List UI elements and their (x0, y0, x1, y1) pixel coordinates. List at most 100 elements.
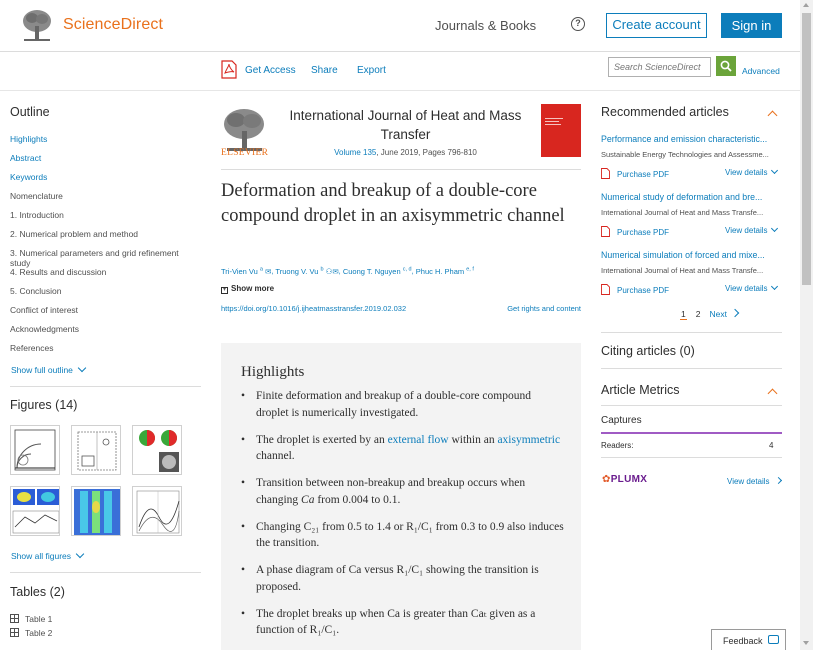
export-link[interactable]: Export (357, 65, 386, 76)
share-link[interactable]: Share (311, 65, 338, 76)
figure-thumbnail[interactable] (71, 486, 121, 536)
outline-item-acknowledgments[interactable]: Acknowledgments (10, 324, 79, 334)
get-access-link[interactable]: Get Access (245, 65, 296, 76)
chevron-up-icon[interactable] (767, 110, 778, 121)
journal-name-link[interactable]: International Journal of Heat and Mass T… (278, 106, 533, 144)
author-link[interactable]: Phuc H. Pham e, f (415, 266, 474, 276)
captures-bar (601, 432, 782, 434)
plus-box-icon: + (221, 287, 228, 294)
article-metrics-title: Article Metrics (601, 383, 680, 397)
plumx-wordmark: PLUMX (610, 474, 648, 485)
figure-thumbnail[interactable] (132, 425, 182, 475)
recommended-article-source: International Journal of Heat and Mass T… (601, 266, 764, 275)
highlight-item: Finite deformation and breakup of a doub… (241, 388, 566, 421)
outline-item-highlights[interactable]: Highlights (10, 134, 47, 144)
recommended-article-link[interactable]: Numerical simulation of forced and mixe.… (601, 250, 782, 260)
figure-thumbnail[interactable] (71, 425, 121, 475)
recommended-article-link[interactable]: Performance and emission characteristic.… (601, 134, 782, 144)
vertical-scrollbar[interactable] (800, 0, 813, 650)
sign-in-button[interactable]: Sign in (721, 13, 782, 38)
outline-item-keywords[interactable]: Keywords (10, 172, 47, 182)
recommended-article-link[interactable]: Numerical study of deformation and bre..… (601, 192, 782, 202)
figure-thumbnail[interactable] (10, 425, 60, 475)
site-header: ScienceDirect Journals & Books ? Create … (0, 0, 800, 52)
divider (601, 332, 782, 333)
rights-content-link[interactable]: Get rights and content (507, 304, 581, 313)
journals-books-link[interactable]: Journals & Books (435, 18, 536, 33)
journal-cover-image[interactable] (541, 104, 581, 157)
volume-link[interactable]: Volume 135 (334, 148, 376, 157)
outline-item-abstract[interactable]: Abstract (10, 153, 41, 163)
view-details-link[interactable]: View details (725, 224, 778, 235)
outline-item-conclusion[interactable]: 5. Conclusion (10, 286, 62, 296)
author-affiliation: a (259, 266, 263, 272)
highlight-text: A phase diagram of Ca versus R₁/C₁ showi… (256, 564, 539, 593)
captures-label: Captures (601, 415, 642, 426)
outline-item-conflict[interactable]: Conflict of interest (10, 305, 78, 315)
search-input[interactable] (608, 57, 711, 77)
doi-link[interactable]: https://doi.org/10.1016/j.ijheatmasstran… (221, 304, 406, 313)
author-link[interactable]: Truong V. Vu b ⚇✉ (275, 266, 338, 276)
citing-articles-title[interactable]: Citing articles (0) (601, 344, 695, 358)
scroll-up-arrow-icon[interactable] (803, 3, 809, 7)
author-name: Phuc H. Pham (415, 266, 465, 276)
figure-thumbnail[interactable] (132, 486, 182, 536)
elsevier-tree-logo[interactable] (20, 8, 54, 44)
outline-item-references[interactable]: References (10, 343, 53, 353)
plumx-logo[interactable]: ✿PLUMX (602, 474, 647, 485)
outline-item-numerical-parameters[interactable]: 3. Numerical parameters and grid refinem… (10, 248, 201, 268)
table-item-2[interactable]: Table 2 (10, 627, 52, 638)
show-full-outline-link[interactable]: Show full outline (11, 363, 87, 375)
next-page-link[interactable]: Next (709, 308, 740, 319)
view-details-link[interactable]: View details (725, 282, 778, 293)
purchase-pdf-link[interactable]: Purchase PDF (601, 166, 669, 179)
show-all-figures-link[interactable]: Show all figures (11, 549, 85, 561)
highlight-item: The droplet is exerted by an external fl… (241, 432, 566, 465)
figure-thumbnail[interactable] (10, 486, 60, 536)
axisymmetric-link[interactable]: axisymmetric (497, 434, 560, 446)
feedback-label: Feedback (723, 636, 763, 646)
page-2-link[interactable]: 2 (696, 309, 701, 319)
author-link[interactable]: Tri-Vien Vu a ✉ (221, 266, 271, 276)
sciencedirect-brand-link[interactable]: ScienceDirect (63, 16, 163, 34)
chevron-up-icon[interactable] (767, 388, 778, 399)
outline-item-numerical-problem[interactable]: 2. Numerical problem and method (10, 229, 138, 239)
recommended-article-source: International Journal of Heat and Mass T… (601, 208, 764, 217)
help-icon[interactable]: ? (571, 17, 585, 31)
author-affiliation: b (320, 266, 324, 272)
show-all-figures-label: Show all figures (11, 551, 72, 561)
advanced-search-link[interactable]: Advanced (742, 66, 780, 76)
feedback-button[interactable]: Feedback (711, 629, 786, 650)
figures-title: Figures (14) (10, 398, 78, 412)
view-details-link[interactable]: View details (725, 166, 778, 177)
search-button[interactable] (716, 56, 736, 76)
scroll-down-arrow-icon[interactable] (803, 641, 809, 645)
divider (601, 457, 782, 458)
plumx-view-details-link[interactable]: View details (727, 476, 782, 486)
outline-title: Outline (10, 105, 50, 119)
pdf-icon (601, 226, 610, 237)
table-grid-icon (10, 628, 19, 637)
outline-item-nomenclature[interactable]: Nomenclature (10, 191, 63, 201)
divider (221, 169, 581, 170)
purchase-pdf-link[interactable]: Purchase PDF (601, 282, 669, 295)
highlights-title: Highlights (241, 364, 305, 380)
scrollbar-thumb[interactable] (802, 13, 811, 285)
outline-item-introduction[interactable]: 1. Introduction (10, 210, 64, 220)
highlight-text: Finite deformation and breakup of a doub… (256, 390, 531, 419)
table-item-1[interactable]: Table 1 (10, 613, 52, 624)
author-link[interactable]: Cuong T. Nguyen c, d (342, 266, 412, 276)
external-flow-link[interactable]: external flow (388, 434, 449, 446)
page-1-link[interactable]: 1 (680, 309, 687, 320)
chevron-down-icon (770, 282, 778, 291)
create-account-button[interactable]: Create account (606, 13, 707, 38)
chevron-right-icon (774, 476, 782, 485)
pdf-icon[interactable] (221, 60, 237, 79)
chevron-right-icon (730, 308, 740, 318)
author-name: Cuong T. Nguyen (342, 266, 401, 276)
outline-item-results[interactable]: 4. Results and discussion (10, 267, 106, 277)
purchase-pdf-link[interactable]: Purchase PDF (601, 224, 669, 237)
search-icon (720, 60, 732, 72)
show-more-button[interactable]: + Show more (221, 284, 274, 294)
highlight-text: within an (448, 433, 498, 446)
